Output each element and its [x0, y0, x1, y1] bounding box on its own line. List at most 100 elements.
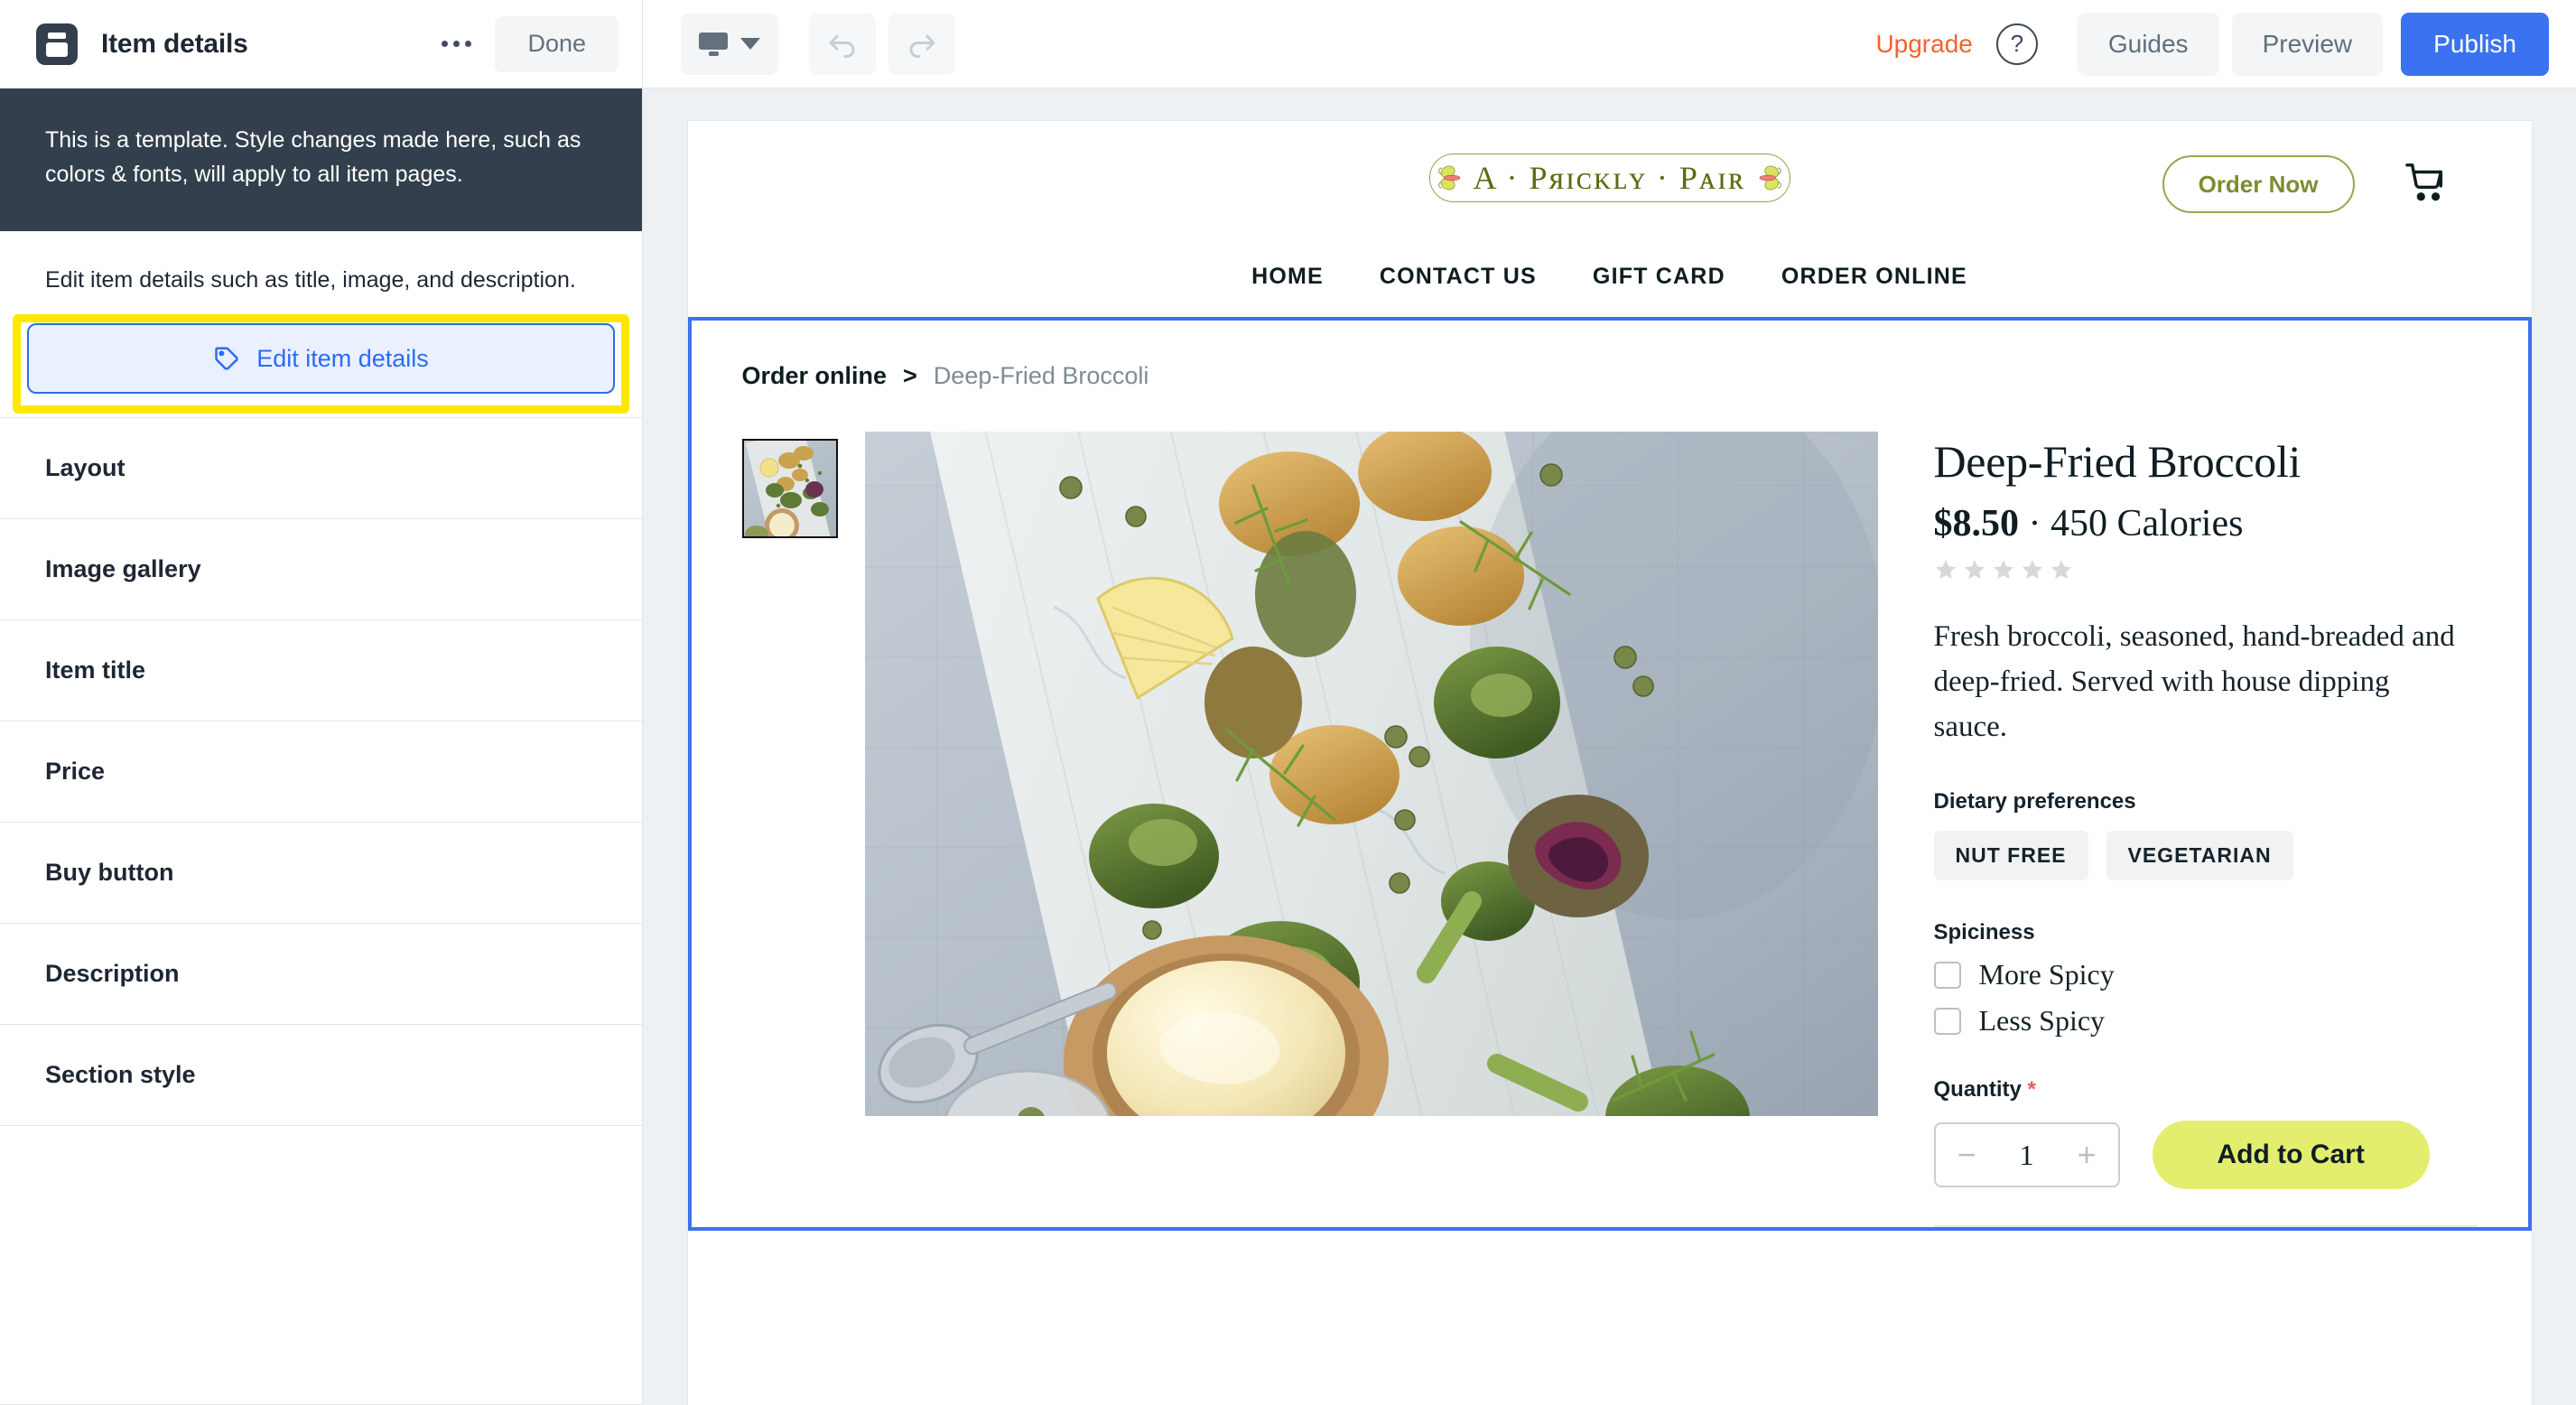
star-icon	[2021, 558, 2044, 582]
product-info: Deep-Fried Broccoli $8.50 · 450 Calories	[1878, 432, 2478, 1227]
nav-item-order-online[interactable]: ORDER ONLINE	[1781, 264, 1967, 290]
dot-icon	[453, 41, 460, 47]
quantity-label: Quantity *	[1934, 1077, 2478, 1103]
preview-button[interactable]: Preview	[2232, 13, 2384, 76]
dot-icon	[465, 41, 471, 47]
checkbox-less-spicy-label: Less Spicy	[1979, 1004, 2106, 1037]
image-thumbnail-list	[742, 432, 852, 1227]
required-asterisk: *	[2028, 1077, 2036, 1102]
redo-button[interactable]	[888, 14, 955, 75]
editor-toolbar: Upgrade ? Guides Preview Publish	[643, 0, 2576, 88]
edit-item-details-wrapper: Edit item details	[0, 309, 642, 417]
undo-icon	[826, 31, 859, 58]
quantity-and-cart-row: − 1 + Add to Cart	[1934, 1121, 2478, 1189]
logo-flourish-left-icon	[1435, 160, 1465, 196]
nav-item-home[interactable]: HOME	[1251, 264, 1324, 290]
product-hero-image[interactable]	[865, 432, 1878, 1116]
info-divider	[1934, 1225, 2478, 1227]
section-label: Image gallery	[45, 555, 201, 583]
nav-item-contact-us[interactable]: CONTACT US	[1380, 264, 1537, 290]
dietary-tag-vegetarian[interactable]: VEGETARIAN	[2106, 831, 2293, 880]
chevron-down-icon	[740, 38, 760, 50]
site-nav: HOME CONTACT US GIFT CARD ORDER ONLINE	[688, 264, 2532, 317]
guides-button[interactable]: Guides	[2078, 13, 2219, 76]
quantity-value[interactable]: 1	[2020, 1139, 2034, 1172]
done-button[interactable]: Done	[495, 16, 618, 72]
deep-fried-broccoli-photo	[865, 432, 1878, 1116]
panel-filler	[0, 1126, 642, 1405]
undo-button[interactable]	[809, 14, 876, 75]
item-card-icon	[36, 23, 78, 65]
dietary-tag-list: NUT FREE VEGETARIAN	[1934, 831, 2478, 880]
spiciness-label: Spiciness	[1934, 920, 2478, 945]
sidebar-item-item-title[interactable]: Item title	[0, 620, 642, 721]
breadcrumb-separator: >	[903, 362, 917, 390]
publish-button[interactable]: Publish	[2401, 13, 2549, 76]
site-logo[interactable]: A · Pᴙɪᴄᴋʟʏ · Pᴀɪʀ	[1428, 154, 1790, 202]
add-to-cart-button[interactable]: Add to Cart	[2153, 1121, 2430, 1189]
more-options-button[interactable]	[432, 23, 480, 65]
section-label: Section style	[45, 1061, 196, 1089]
product-price: $8.50	[1934, 503, 2020, 544]
template-notice: This is a template. Style changes made h…	[0, 88, 642, 231]
site-preview: A · Pᴙɪᴄᴋʟʏ · Pᴀɪʀ Order Now	[688, 121, 2532, 1405]
sidebar-item-buy-button[interactable]: Buy button	[0, 823, 642, 924]
page-title: Item details	[101, 29, 248, 60]
selected-item-details-section[interactable]: Order online > Deep-Fried Broccoli	[688, 317, 2532, 1231]
redo-icon	[906, 31, 938, 58]
section-label: Description	[45, 960, 180, 988]
product-layout: Deep-Fried Broccoli $8.50 · 450 Calories	[692, 390, 2528, 1227]
cart-button[interactable]	[2400, 155, 2454, 209]
sidebar-item-price[interactable]: Price	[0, 721, 642, 823]
logo-text: A · Pᴙɪᴄᴋʟʏ · Pᴀɪʀ	[1465, 159, 1753, 197]
order-now-button[interactable]: Order Now	[2162, 155, 2355, 213]
star-icon	[1934, 558, 1958, 582]
checkbox-less-spicy[interactable]	[1934, 1008, 1961, 1035]
item-details-panel: Item details Done This is a template. St…	[0, 0, 643, 1405]
shopping-cart-icon	[2404, 162, 2450, 203]
sidebar-item-section-style[interactable]: Section style	[0, 1025, 642, 1126]
logo-flourish-right-icon	[1753, 160, 1784, 196]
upgrade-link[interactable]: Upgrade	[1875, 30, 1972, 59]
star-icon	[1963, 558, 1986, 582]
monitor-icon	[699, 33, 728, 56]
device-selector[interactable]	[681, 14, 778, 75]
section-label: Item title	[45, 656, 145, 684]
edit-item-details-button[interactable]: Edit item details	[27, 323, 615, 394]
sidebar-item-description[interactable]: Description	[0, 924, 642, 1025]
section-label: Price	[45, 758, 105, 786]
product-price-calories: $8.50 · 450 Calories	[1934, 502, 2478, 545]
price-separator: ·	[2029, 503, 2041, 544]
sidebar-item-image-gallery[interactable]: Image gallery	[0, 519, 642, 620]
nav-item-gift-card[interactable]: GIFT CARD	[1593, 264, 1725, 290]
section-label: Layout	[45, 454, 126, 482]
star-icon	[2050, 558, 2073, 582]
spiciness-option-more-spicy[interactable]: More Spicy	[1934, 958, 2478, 991]
quantity-increment-button[interactable]: +	[2077, 1139, 2096, 1171]
editor-app: Item details Done This is a template. St…	[0, 0, 2576, 1405]
rating-stars[interactable]	[1934, 558, 2478, 582]
checkbox-more-spicy-label: More Spicy	[1979, 958, 2115, 991]
dietary-tag-nut-free[interactable]: NUT FREE	[1934, 831, 2088, 880]
star-icon	[1992, 558, 2015, 582]
product-description: Fresh broccoli, seasoned, hand-breaded a…	[1934, 614, 2458, 749]
image-thumbnail[interactable]	[742, 439, 838, 538]
checkbox-more-spicy[interactable]	[1934, 962, 1961, 989]
spiciness-option-less-spicy[interactable]: Less Spicy	[1934, 1004, 2478, 1037]
section-label: Buy button	[45, 859, 173, 887]
quantity-decrement-button[interactable]: −	[1958, 1139, 1976, 1171]
quantity-label-text: Quantity	[1934, 1077, 2022, 1102]
help-icon[interactable]: ?	[1996, 23, 2038, 65]
breadcrumb-parent[interactable]: Order online	[742, 362, 888, 390]
product-calories: 450 Calories	[2051, 503, 2243, 544]
dot-icon	[442, 41, 448, 47]
breadcrumb: Order online > Deep-Fried Broccoli	[692, 321, 2528, 390]
deep-fried-broccoli-thumbnail-image	[744, 441, 838, 538]
dietary-preferences-label: Dietary preferences	[1934, 789, 2478, 814]
section-list: Layout Image gallery Item title Price Bu…	[0, 417, 642, 1126]
sidebar-item-layout[interactable]: Layout	[0, 418, 642, 519]
tag-icon	[213, 345, 240, 372]
quantity-stepper[interactable]: − 1 +	[1934, 1122, 2120, 1187]
preview-canvas: A · Pᴙɪᴄᴋʟʏ · Pᴀɪʀ Order Now	[643, 88, 2576, 1405]
breadcrumb-current: Deep-Fried Broccoli	[934, 362, 1149, 390]
